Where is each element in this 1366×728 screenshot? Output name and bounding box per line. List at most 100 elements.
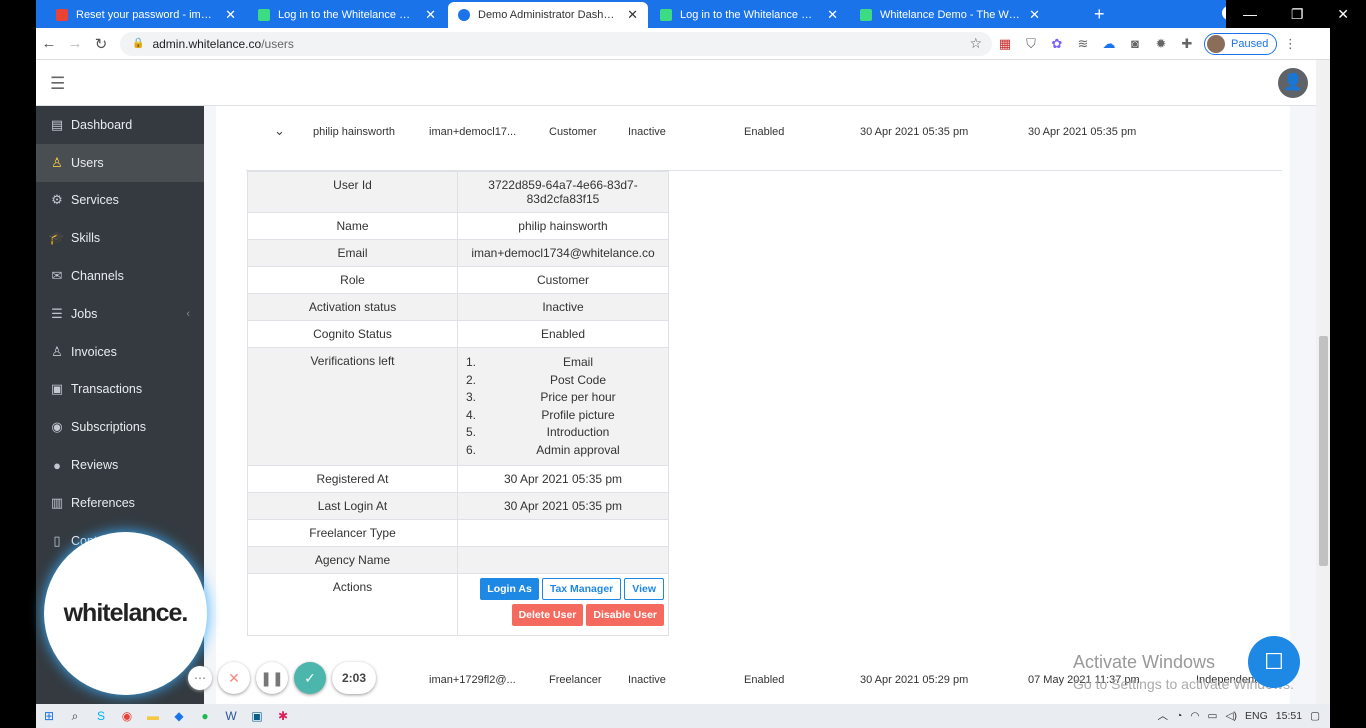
- language-indicator[interactable]: ENG: [1245, 710, 1268, 722]
- sidebar-item-jobs[interactable]: ☰ Jobs ‹: [36, 295, 204, 333]
- list-item: 4. Profile picture: [466, 407, 615, 422]
- close-icon[interactable]: ✕: [1029, 7, 1040, 23]
- browser-tab-active[interactable]: Demo Administrator Dashboard ✕: [448, 2, 648, 28]
- gear-extension-icon[interactable]: ✹: [1148, 36, 1174, 52]
- close-icon[interactable]: ✕: [225, 7, 236, 23]
- user-account-icon[interactable]: 👤: [1278, 68, 1308, 98]
- app-icon[interactable]: ◆: [166, 709, 192, 723]
- finish-recording-icon[interactable]: ✓: [294, 662, 326, 694]
- whitelance-favicon: [860, 9, 872, 21]
- slack-icon[interactable]: ✱: [270, 709, 296, 723]
- graduation-cap-icon: 🎓: [48, 230, 66, 246]
- verifications-list: 1. Email 2. Post Code 3. Price per hour 4. P…: [466, 354, 660, 459]
- chrome-icon[interactable]: ◉: [114, 709, 140, 723]
- shield-extension-icon[interactable]: ⛉: [1018, 36, 1044, 52]
- sidebar-item-references[interactable]: ▥ References: [36, 484, 204, 522]
- list-item: 6. Admin approval: [466, 442, 620, 457]
- file-icon: ▯: [53, 532, 61, 548]
- tax-manager-button[interactable]: Tax Manager: [541, 578, 622, 600]
- content-scrollbar-track[interactable]: [1290, 106, 1316, 704]
- notifications-icon[interactable]: ▢: [1310, 710, 1320, 722]
- chat-widget-icon[interactable]: ☐: [1248, 636, 1300, 688]
- sidebar-item-invoices[interactable]: ♙ Invoices: [36, 333, 204, 371]
- gear-icon: ⚙: [51, 192, 63, 208]
- sidebar-item-subscriptions[interactable]: ◉ Subscriptions: [36, 408, 204, 446]
- view-button[interactable]: View: [624, 578, 664, 600]
- camera-extension-icon[interactable]: ◙: [1122, 36, 1148, 51]
- hamburger-menu-icon[interactable]: ☰: [50, 74, 66, 94]
- bookmark-star-icon[interactable]: ☆: [969, 35, 982, 52]
- sidebar-item-users[interactable]: ♙ Users: [36, 143, 204, 182]
- close-icon[interactable]: ✕: [425, 7, 436, 23]
- browser-tab[interactable]: Reset your password - iman@wh✕: [46, 2, 246, 28]
- money-bill-icon: ▣: [50, 381, 64, 397]
- sidebar-item-channels[interactable]: ✉ Channels: [36, 257, 204, 295]
- sidebar-item-transactions[interactable]: ▣ Transactions: [36, 371, 204, 409]
- activate-windows-title: Activate Windows: [1073, 652, 1216, 672]
- dashboard-icon: ▤: [50, 116, 64, 132]
- url-input[interactable]: 🔒 admin.whitelance.co/users ☆: [120, 31, 992, 56]
- dashboard-favicon: [458, 9, 470, 21]
- battery-icon[interactable]: ▭: [1208, 710, 1218, 722]
- search-icon[interactable]: ⌕: [62, 709, 88, 724]
- browser-menu-icon[interactable]: ⋮: [1277, 36, 1303, 52]
- window-controls: — ❐ ✕: [1226, 0, 1366, 28]
- delete-user-button[interactable]: Delete User: [511, 604, 584, 626]
- spotify-icon[interactable]: ●: [192, 709, 218, 723]
- browser-tab[interactable]: Log in to the Whitelance market✕: [248, 2, 446, 28]
- lock-icon: 🔒: [132, 38, 145, 49]
- login-as-button[interactable]: Login As: [480, 578, 539, 600]
- calendar-extension-icon[interactable]: ▦: [992, 36, 1018, 52]
- new-tab-icon[interactable]: +: [1094, 4, 1105, 25]
- verifications-list-cell: 1. Email 2. Post Code 3. Price per hour 4. P…: [457, 347, 669, 466]
- wifi-icon[interactable]: ◠: [1190, 710, 1199, 722]
- pause-icon[interactable]: ❚❚: [256, 662, 288, 694]
- chevron-left-icon: ‹: [186, 307, 190, 320]
- back-icon[interactable]: ←: [36, 35, 62, 52]
- flower-extension-icon[interactable]: ✿: [1044, 36, 1070, 52]
- scrollbar-thumb[interactable]: [1319, 336, 1328, 566]
- restore-icon[interactable]: ❐: [1291, 6, 1304, 23]
- puzzle-extensions-icon[interactable]: ✚: [1174, 36, 1200, 52]
- file-explorer-icon[interactable]: ▬: [140, 709, 166, 723]
- clock[interactable]: 15:51: [1276, 710, 1302, 722]
- sidebar-item-dashboard[interactable]: ▤ Dashboard: [36, 106, 204, 144]
- user-icon: ♙: [51, 154, 63, 170]
- chevron-up-icon[interactable]: ︿: [1158, 708, 1169, 723]
- sidebar-item-reviews[interactable]: ● Reviews: [36, 446, 204, 484]
- script-extension-icon[interactable]: ≋: [1070, 36, 1096, 52]
- browser-tab[interactable]: Log in to the Whitelance market✕: [650, 2, 848, 28]
- windows-taskbar: ⊞ ⌕ S ◉ ▬ ◆ ● W ▣ ✱ ︿ ◔ ◠ ▭ ◁) ENG 15:51…: [36, 704, 1330, 728]
- word-icon[interactable]: W: [218, 709, 244, 723]
- skype-icon[interactable]: S: [88, 709, 114, 723]
- cloud-extension-icon[interactable]: ☁: [1096, 36, 1122, 52]
- chevron-down-icon[interactable]: ⌄: [274, 123, 285, 139]
- table-row[interactable]: ⌄ philip hainsworth iman+democl17... Cus…: [216, 106, 1290, 156]
- list-icon: ☰: [51, 305, 63, 321]
- volume-icon[interactable]: ◁): [1225, 710, 1237, 722]
- address-bar: ← → ↻ 🔒 admin.whitelance.co/users ☆ ▦ ⛉ …: [36, 28, 1330, 60]
- disable-user-button[interactable]: Disable User: [586, 604, 664, 626]
- windows-start-icon[interactable]: ⊞: [36, 709, 62, 723]
- network-icon[interactable]: ◔: [1176, 710, 1182, 722]
- page-scrollbar[interactable]: [1316, 60, 1330, 704]
- recorder-controls: ⋯ ✕ ❚❚ ✓ 2:03: [188, 662, 376, 694]
- close-icon[interactable]: ✕: [827, 7, 838, 23]
- cancel-recording-icon[interactable]: ✕: [218, 662, 250, 694]
- close-window-icon[interactable]: ✕: [1337, 6, 1349, 23]
- sidebar-item-services[interactable]: ⚙ Services: [36, 182, 204, 220]
- close-icon[interactable]: ✕: [627, 7, 638, 23]
- profile-button[interactable]: Paused: [1204, 32, 1278, 55]
- top-navbar: ☰ 👤: [36, 60, 1316, 106]
- dollar-circle-icon: ◉: [51, 419, 63, 435]
- forward-icon[interactable]: →: [62, 35, 88, 52]
- whitelance-favicon: [660, 9, 672, 21]
- reload-icon[interactable]: ↻: [88, 35, 114, 53]
- minimize-icon[interactable]: —: [1243, 6, 1257, 22]
- more-options-icon[interactable]: ⋯: [188, 666, 212, 690]
- terminal-icon[interactable]: ▣: [244, 709, 270, 723]
- sidebar-item-skills[interactable]: 🎓 Skills: [36, 219, 204, 257]
- browser-tab[interactable]: Whitelance Demo - The White La✕: [850, 2, 1050, 28]
- recording-timer: 2:03: [332, 662, 376, 694]
- actions-buttons: Login As Tax Manager View Delete User Di…: [462, 578, 664, 626]
